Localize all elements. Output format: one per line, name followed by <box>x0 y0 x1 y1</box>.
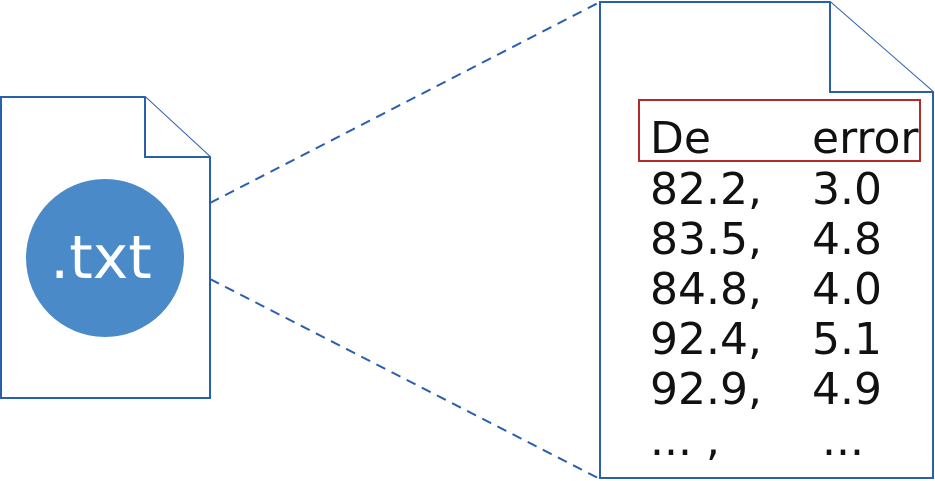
table-cell-ellipsis: ... <box>822 415 864 466</box>
table-cell: 83.5, <box>650 214 762 265</box>
zoom-line-bottom <box>209 278 599 479</box>
file-zoom-diagram: .txt De error 82.2, 3.0 83.5, 4.8 84.8, … <box>0 1 934 479</box>
table-cell: 84.8, <box>650 264 762 315</box>
txt-badge-label: .txt <box>50 223 152 293</box>
table-cell: 3.0 <box>812 164 882 215</box>
table-cell-ellipsis: ... , <box>650 415 720 466</box>
table-cell: 92.4, <box>650 314 762 365</box>
table-cell: 4.9 <box>812 364 882 415</box>
column-header-de: De <box>650 113 711 164</box>
table-cell: 92.9, <box>650 364 762 415</box>
table-cell: 4.0 <box>812 264 882 315</box>
table-cell: 82.2, <box>650 164 762 215</box>
table-cell: 4.8 <box>812 214 882 265</box>
column-header-error: error <box>812 113 919 164</box>
zoom-line-top <box>209 2 599 204</box>
table-cell: 5.1 <box>812 314 882 365</box>
